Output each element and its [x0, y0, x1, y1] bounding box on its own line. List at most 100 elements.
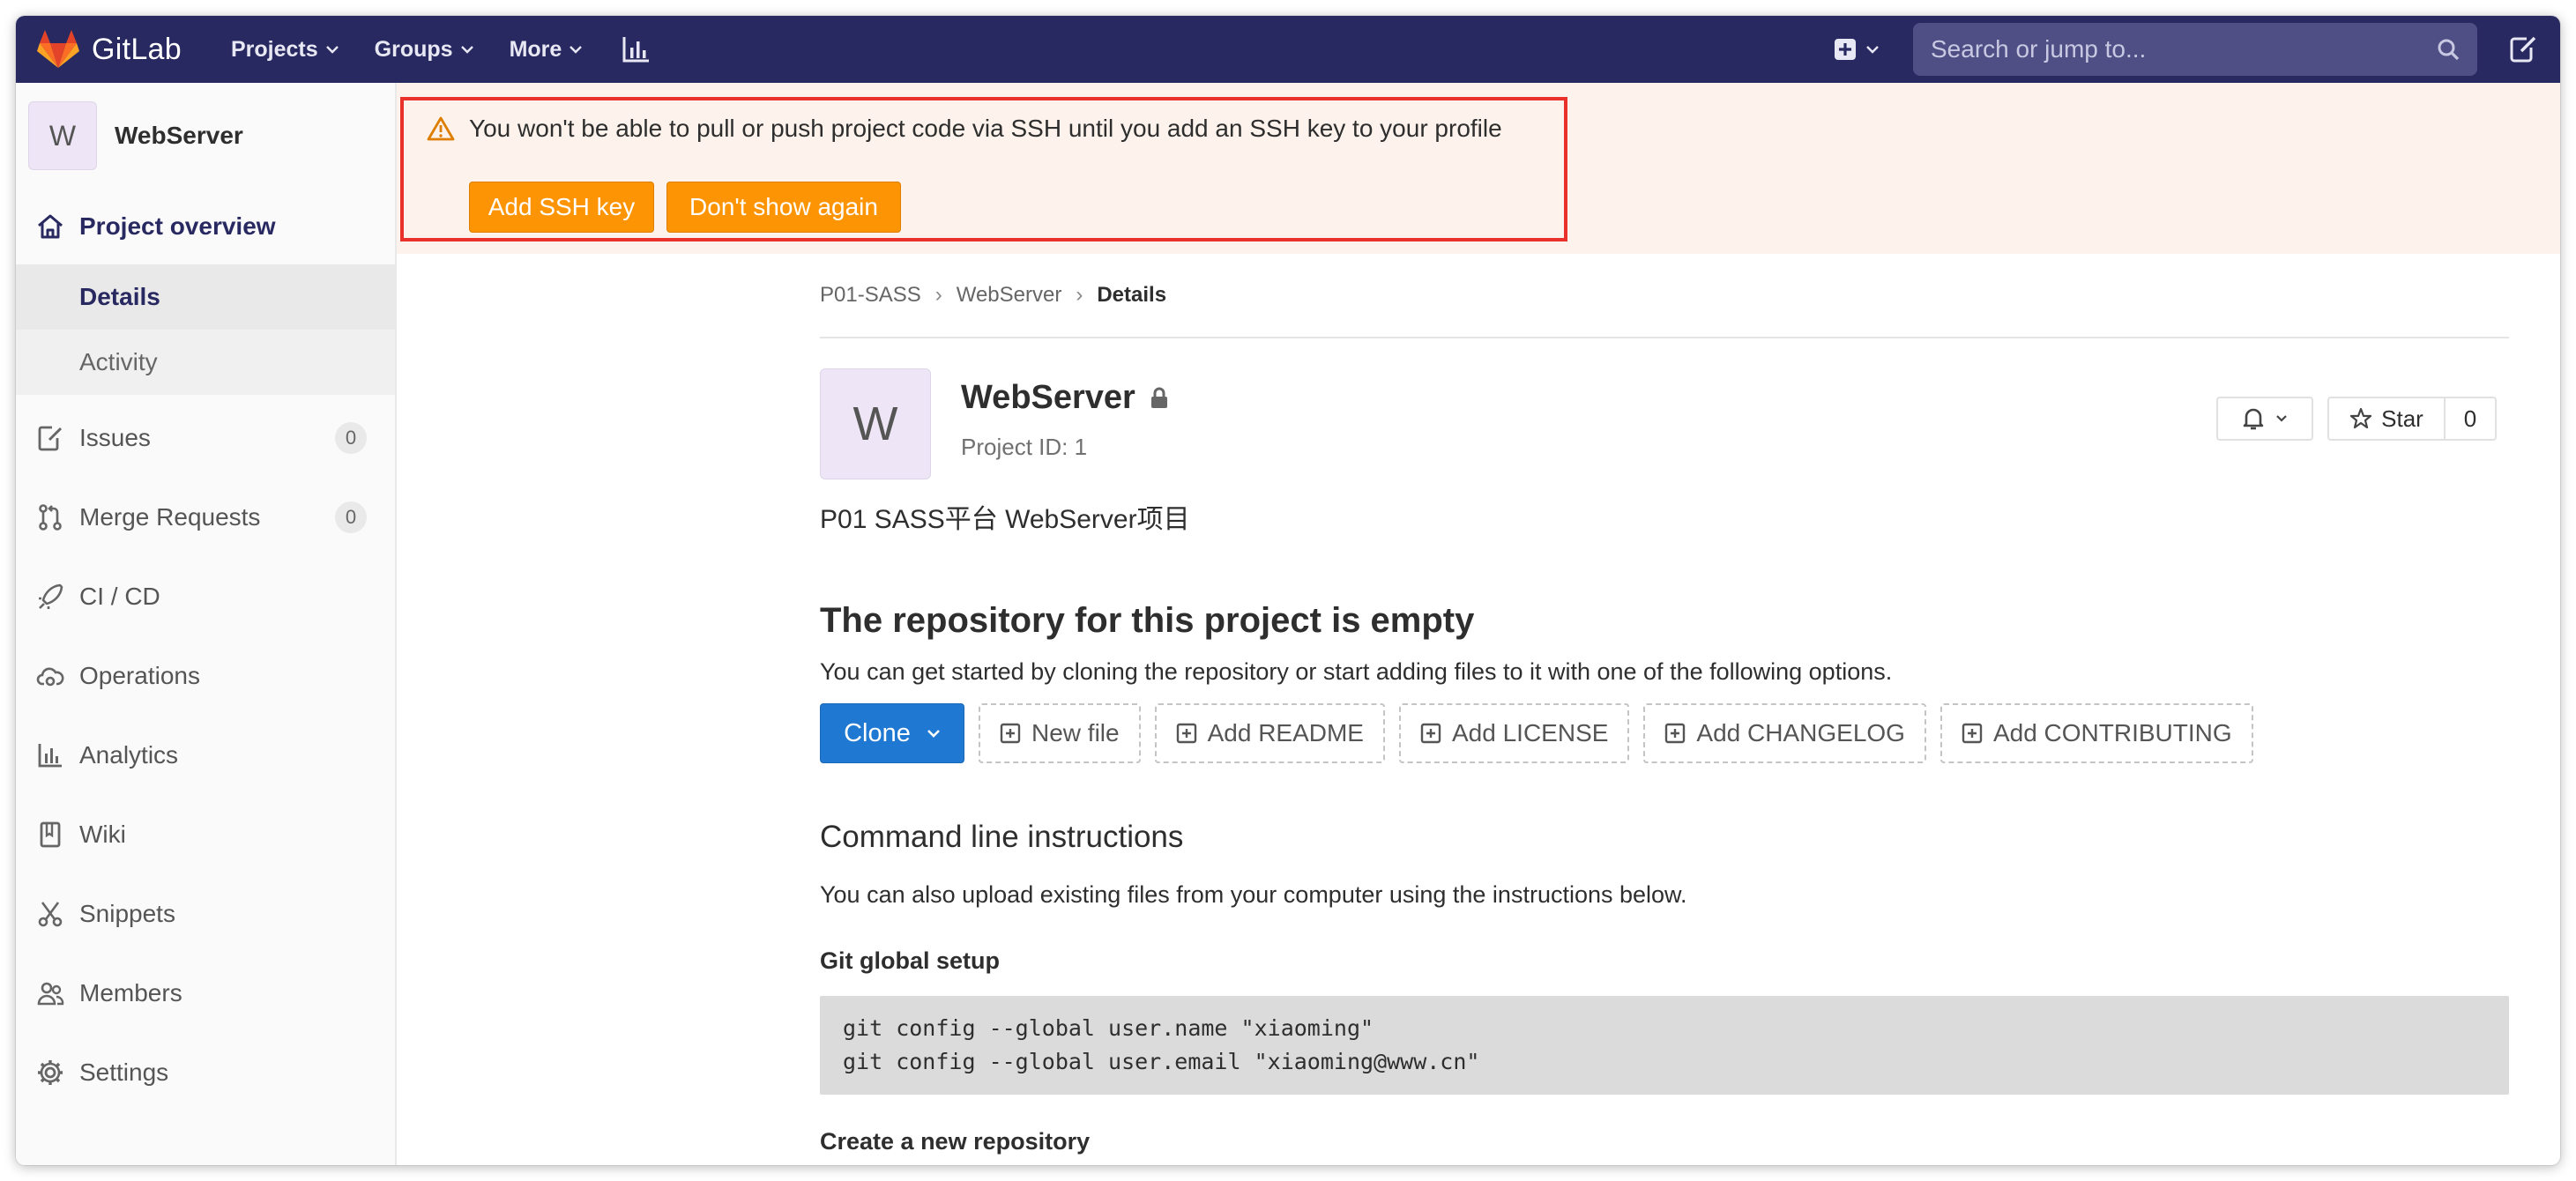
main-content: You won't be able to pull or push projec…: [397, 83, 2560, 1165]
plus-square-icon: [1962, 723, 1983, 744]
new-dropdown-button[interactable]: [1834, 38, 1880, 61]
ssh-warning-message: You won't be able to pull or push projec…: [427, 115, 1502, 143]
bell-icon: [2243, 408, 2264, 430]
repo-actions: Clone New file Add README Add LICENSE Ad…: [820, 703, 2509, 763]
sidebar-item-label: Operations: [79, 662, 200, 689]
project-avatar: W: [28, 101, 97, 170]
search-icon[interactable]: [2437, 38, 2460, 61]
chevron-down-icon: [2276, 415, 2287, 422]
cli-heading: Command line instructions: [820, 820, 1184, 854]
sidebar-subitem-label: Details: [79, 283, 160, 310]
code-block[interactable]: git config --global user.name "xiaoming"…: [820, 996, 2509, 1095]
code-line: git config --global user.email "xiaoming…: [843, 1049, 1480, 1074]
clone-label: Clone: [844, 718, 911, 747]
gear-icon: [35, 1058, 65, 1088]
search-box[interactable]: [1913, 23, 2477, 76]
cli-text: You can also upload existing files from …: [820, 881, 1687, 908]
sidebar-project-name: WebServer: [115, 122, 243, 149]
notification-dropdown-button[interactable]: [2216, 397, 2313, 441]
add-license-label: Add LICENSE: [1452, 719, 1609, 746]
page-title: WebServer: [961, 379, 1169, 417]
project-sidebar: W WebServer Project overview Details Act…: [16, 83, 397, 1165]
plus-square-icon: [1665, 723, 1686, 744]
git-global-setup-heading: Git global setup: [820, 947, 1001, 974]
sidebar-item-ci-cd[interactable]: CI / CD: [16, 557, 395, 636]
ssh-warning-text: You won't be able to pull or push projec…: [469, 115, 1502, 142]
issues-count-badge: 0: [335, 422, 367, 454]
nav-groups-label: Groups: [374, 36, 453, 62]
browser-window: GitLab Projects Groups More Search or ju…: [16, 16, 2560, 1165]
home-icon: [35, 212, 65, 241]
clone-button[interactable]: Clone: [820, 703, 964, 763]
breadcrumb-current[interactable]: Details: [1097, 283, 1166, 308]
create-repo-heading: Create a new repository: [820, 1128, 1091, 1155]
merge-request-icon: [35, 502, 65, 532]
activity-chart-button[interactable]: [622, 35, 651, 63]
breadcrumb-separator: ›: [1076, 283, 1083, 307]
new-file-button[interactable]: New file: [979, 703, 1141, 763]
project-header: W WebServer Project ID: 1 Star 0: [820, 338, 2509, 488]
gitlab-logo[interactable]: GitLab: [37, 30, 182, 69]
breadcrumb-project[interactable]: WebServer: [957, 283, 1062, 308]
sidebar-item-label: CI / CD: [79, 583, 160, 610]
nav-projects-label: Projects: [230, 36, 318, 62]
project-content: P01-SASS › WebServer › Details W WebServ…: [820, 254, 2509, 1155]
sidebar-item-issues[interactable]: Issues 0: [16, 398, 395, 478]
sidebar-item-operations[interactable]: Operations: [16, 636, 395, 716]
breadcrumb-separator: ›: [934, 283, 942, 307]
sidebar-item-merge-requests[interactable]: Merge Requests 0: [16, 478, 395, 557]
add-contributing-button[interactable]: Add CONTRIBUTING: [1939, 703, 2253, 763]
chevron-down-icon: [460, 46, 473, 54]
todos-button[interactable]: [2509, 35, 2537, 63]
scissors-icon: [35, 899, 65, 929]
nav-more[interactable]: More: [510, 37, 584, 63]
sidebar-item-wiki[interactable]: Wiki: [16, 795, 395, 874]
sidebar-subitem-details[interactable]: Details: [16, 264, 395, 330]
sidebar-item-snippets[interactable]: Snippets: [16, 874, 395, 954]
project-title: WebServer: [961, 379, 1135, 416]
add-readme-button[interactable]: Add README: [1154, 703, 1385, 763]
analytics-icon: [35, 740, 65, 770]
dont-show-again-button[interactable]: Don't show again: [666, 182, 901, 233]
breadcrumb: P01-SASS › WebServer › Details: [820, 254, 2509, 338]
nav-groups[interactable]: Groups: [375, 37, 474, 63]
gitlab-tanuki-icon: [37, 30, 79, 68]
plus-square-icon: [1176, 723, 1196, 744]
star-button[interactable]: Star: [2327, 397, 2446, 441]
code-line: git config --global user.name "xiaoming": [843, 1015, 1374, 1041]
highlight-box: You won't be able to pull or push projec…: [400, 97, 1567, 241]
chevron-down-icon: [927, 730, 940, 738]
sidebar-item-project-overview[interactable]: Project overview: [16, 189, 395, 264]
sidebar-subitem-activity[interactable]: Activity: [16, 330, 395, 395]
navbar-right: [1834, 16, 2560, 83]
mr-count-badge: 0: [335, 501, 367, 533]
star-icon: [2350, 407, 2372, 429]
star-label: Star: [2381, 405, 2423, 432]
empty-repo-text: You can get started by cloning the repos…: [820, 658, 1893, 685]
ssh-warning-banner: You won't be able to pull or push projec…: [397, 83, 2560, 254]
add-contributing-label: Add CONTRIBUTING: [1992, 719, 2232, 746]
sidebar-item-analytics[interactable]: Analytics: [16, 716, 395, 795]
sidebar-item-label: Members: [79, 979, 182, 1006]
project-actions: Star 0: [2216, 397, 2497, 441]
star-group: Star 0: [2327, 397, 2497, 441]
plus-square-icon: [1835, 39, 1856, 60]
sidebar-project-header[interactable]: W WebServer: [16, 83, 395, 189]
book-icon: [35, 820, 65, 850]
users-icon: [35, 978, 65, 1008]
star-count[interactable]: 0: [2446, 397, 2497, 441]
project-avatar-large: W: [820, 368, 931, 479]
sidebar-item-settings[interactable]: Settings: [16, 1033, 395, 1112]
search-input[interactable]: [1931, 35, 2407, 63]
add-readme-label: Add README: [1207, 719, 1364, 746]
bar-chart-icon: [622, 37, 650, 63]
add-ssh-key-button[interactable]: Add SSH key: [469, 182, 654, 233]
add-changelog-button[interactable]: Add CHANGELOG: [1643, 703, 1926, 763]
sidebar-item-label: Merge Requests: [79, 503, 261, 531]
chevron-down-icon: [1866, 46, 1879, 54]
sidebar-item-label: Snippets: [79, 900, 175, 927]
nav-projects[interactable]: Projects: [231, 37, 339, 63]
add-license-button[interactable]: Add LICENSE: [1399, 703, 1630, 763]
sidebar-item-members[interactable]: Members: [16, 954, 395, 1033]
breadcrumb-group[interactable]: P01-SASS: [820, 283, 921, 308]
